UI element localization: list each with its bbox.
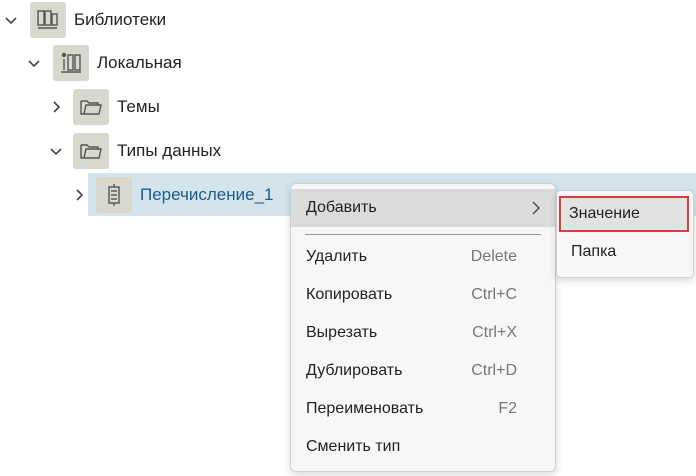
menu-item-add[interactable]: Добавить: [291, 189, 555, 227]
shortcut-delete: Delete: [470, 248, 517, 265]
library-books-icon: [30, 2, 66, 38]
tree-item-libraries[interactable]: Библиотеки: [4, 0, 166, 40]
tree-item-enum[interactable]: Перечисление_1: [72, 175, 274, 215]
folder-icon: [73, 89, 109, 125]
menu-item-copy[interactable]: Копировать Ctrl+C: [291, 276, 555, 314]
tree-label-enum: Перечисление_1: [140, 185, 274, 204]
shortcut-duplicate: Ctrl+D: [471, 362, 517, 379]
chevron-right-icon: [532, 201, 540, 215]
tree-label-data-types: Типы данных: [117, 141, 222, 160]
menu-separator: [305, 234, 541, 235]
tree-item-themes[interactable]: Темы: [49, 87, 160, 127]
menu-item-delete[interactable]: Удалить Delete: [291, 238, 555, 276]
menu-item-rename[interactable]: Переименовать F2: [291, 390, 555, 428]
tree-item-local[interactable]: Локальная: [27, 43, 182, 83]
chevron-down-icon[interactable]: [27, 56, 41, 70]
chevron-down-icon[interactable]: [49, 144, 63, 158]
submenu-item-folder[interactable]: Папка: [557, 234, 693, 270]
local-library-icon: [53, 45, 89, 81]
menu-item-cut[interactable]: Вырезать Ctrl+X: [291, 314, 555, 352]
shortcut-rename: F2: [498, 400, 517, 417]
menu-item-change-type[interactable]: Сменить тип: [291, 428, 555, 466]
context-menu: Добавить Удалить Delete Копировать Ctrl+…: [290, 183, 556, 472]
shortcut-copy: Ctrl+C: [471, 286, 517, 303]
chevron-down-icon[interactable]: [4, 13, 18, 27]
menu-item-duplicate[interactable]: Дублировать Ctrl+D: [291, 352, 555, 390]
chevron-right-icon[interactable]: [72, 188, 86, 202]
tree-item-data-types[interactable]: Типы данных: [49, 131, 221, 171]
shortcut-cut: Ctrl+X: [472, 324, 517, 341]
submenu-item-value[interactable]: Значение: [559, 196, 689, 232]
folder-icon: [73, 133, 109, 169]
chevron-right-icon[interactable]: [49, 100, 63, 114]
submenu-add: Значение Папка: [556, 190, 694, 278]
tree-label-local: Локальная: [97, 53, 182, 72]
tree-label-libraries: Библиотеки: [74, 10, 167, 29]
tree-label-themes: Темы: [117, 97, 160, 116]
enumeration-icon: [96, 177, 132, 213]
